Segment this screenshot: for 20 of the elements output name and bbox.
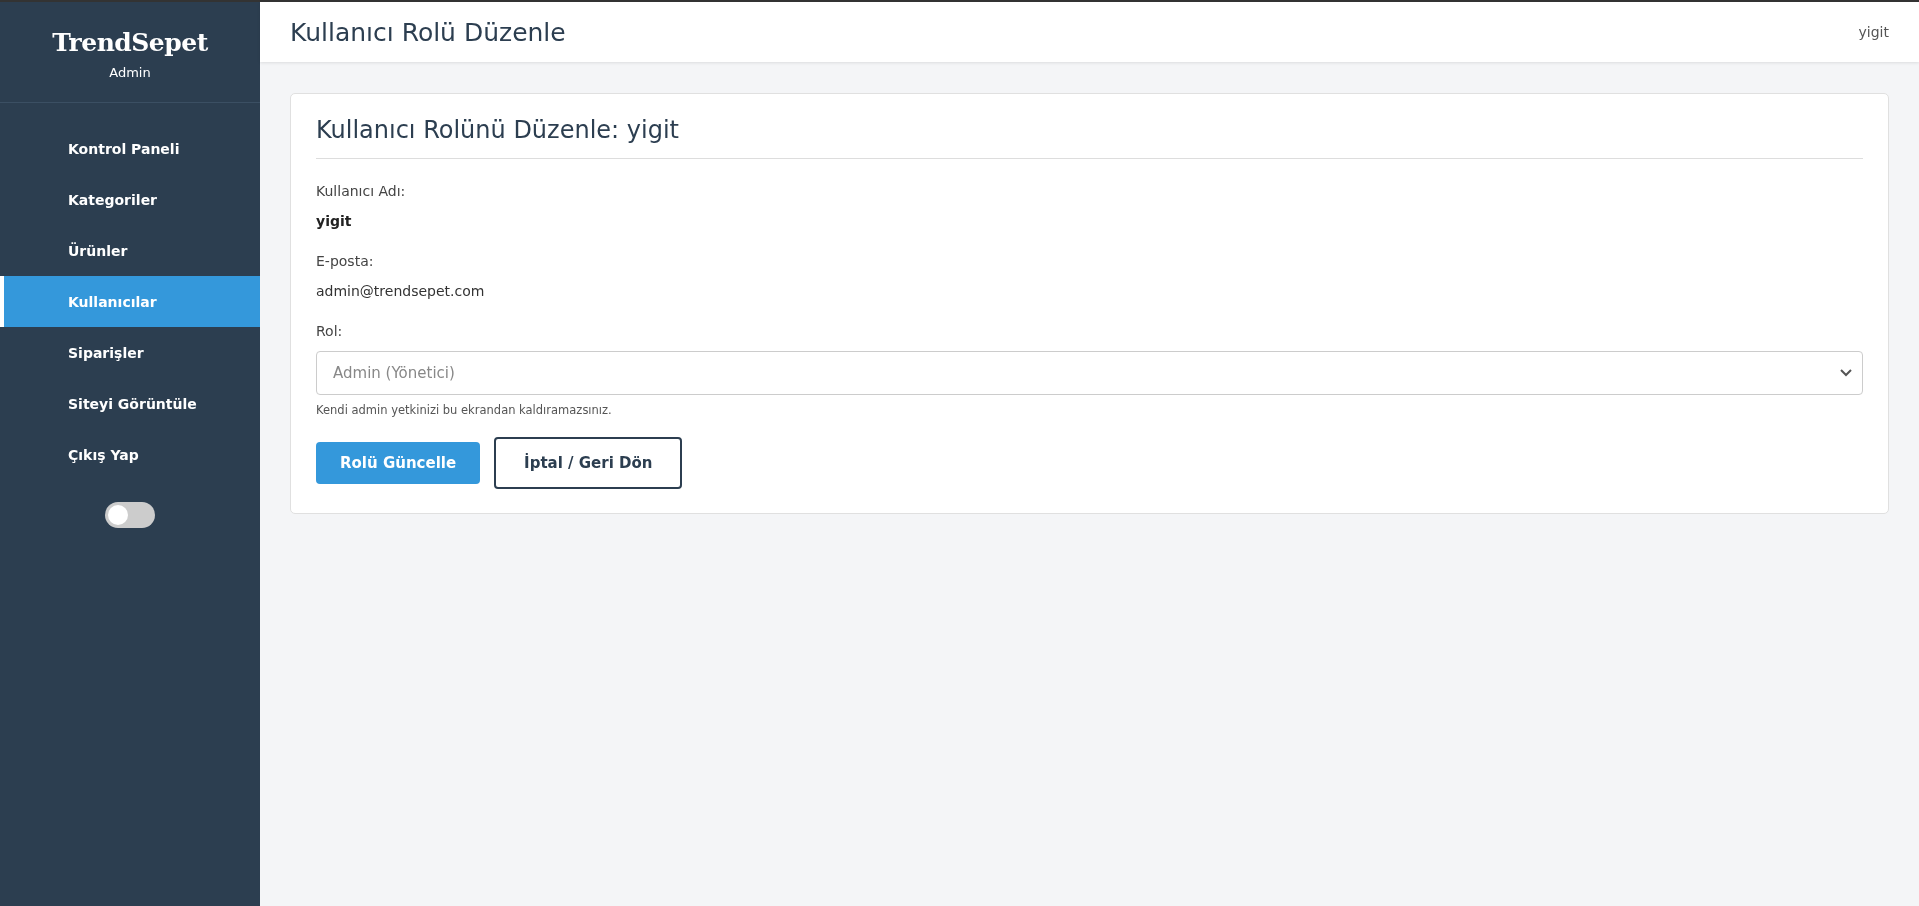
field-label: E-posta: bbox=[316, 253, 375, 269]
brand-logo: TrendSepet bbox=[52, 28, 208, 57]
cancel-button[interactable]: İptal / Geri Dön bbox=[494, 437, 683, 489]
email-value: admin@trendsepet.com bbox=[316, 283, 486, 299]
field-label: Rol: bbox=[316, 323, 344, 339]
sidebar-item[interactable]: Kategoriler bbox=[0, 174, 260, 225]
username-value: yigit bbox=[316, 213, 353, 229]
sidebar-item[interactable]: Ürünler bbox=[0, 225, 260, 276]
page-title: Kullanıcı Rolü Düzenle bbox=[290, 17, 566, 47]
hint-text: Kendi admin yetkinizi bu ekrandan kaldıramazsınız. bbox=[316, 403, 613, 417]
brand-subtitle: Admin bbox=[109, 65, 151, 80]
sidebar-item[interactable]: Siteyi Görüntüle bbox=[0, 378, 260, 429]
sidebar-item[interactable]: Siparişler bbox=[0, 327, 260, 378]
theme-toggle[interactable] bbox=[105, 502, 155, 528]
sidebar-item[interactable]: Çıkış Yap bbox=[0, 429, 260, 480]
field-label: Kullanıcı Adı: bbox=[316, 183, 407, 199]
chevron-down-icon bbox=[1840, 369, 1852, 377]
sidebar-item[interactable]: Kontrol Paneli bbox=[0, 123, 260, 174]
card-title: Kullanıcı Rolünü Düzenle: yigit bbox=[316, 116, 1863, 159]
user-name: yigit bbox=[1858, 24, 1889, 40]
